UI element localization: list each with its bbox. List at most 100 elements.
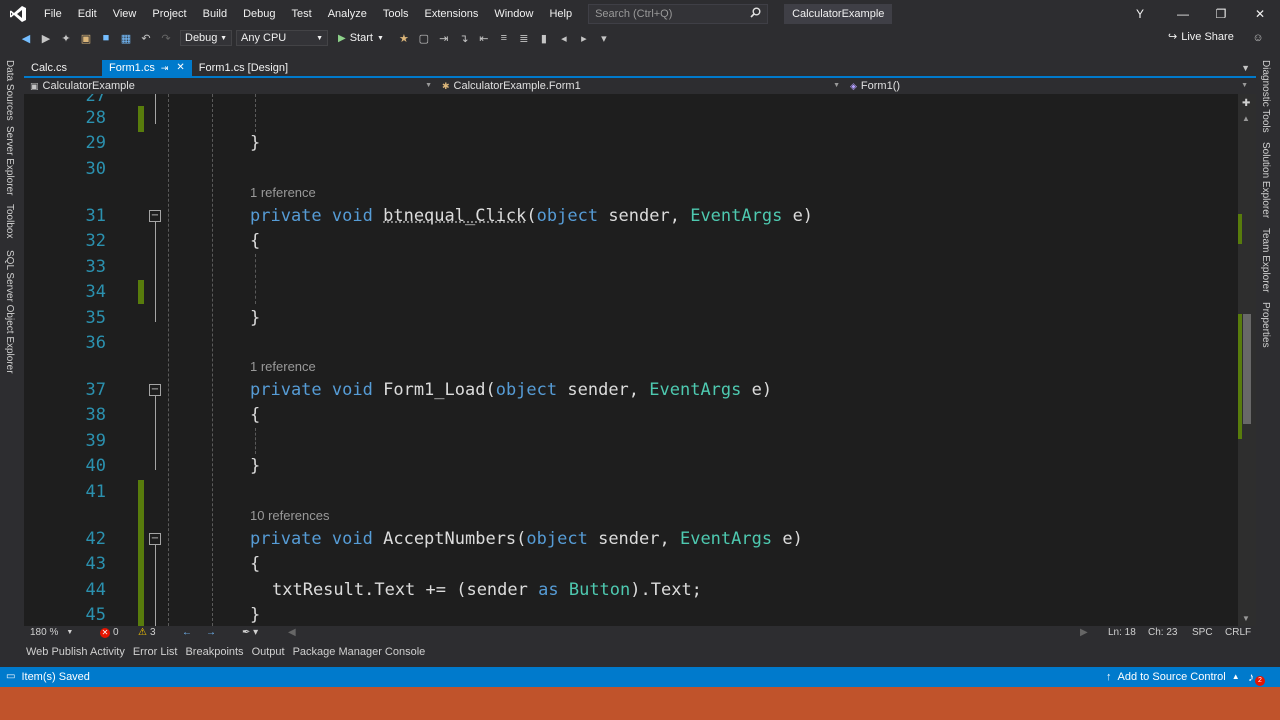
code-line[interactable]: private void Form1_Load(object sender, E… [250, 380, 772, 400]
codelens-references[interactable]: 1 reference [250, 359, 316, 374]
open-file-icon[interactable]: ▣ [78, 30, 94, 46]
code-editor[interactable]: − − − 27 28 29 } 30 1 reference 31 priva… [24, 94, 1238, 626]
step-over-icon[interactable]: ↴ [456, 30, 472, 46]
next-issue-icon[interactable]: → [206, 626, 216, 640]
undo-icon[interactable]: ↶ [138, 30, 154, 46]
left-tool-sql-server-object-explorer[interactable]: SQL Server Object Explorer [4, 250, 15, 374]
prev-bookmark-icon[interactable]: ◂ [556, 30, 572, 46]
menu-edit[interactable]: Edit [70, 0, 105, 28]
tab-form1-design[interactable]: Form1.cs [Design] [192, 60, 295, 76]
tab-error-list[interactable]: Error List [131, 644, 180, 660]
pin-icon[interactable]: ⇥ [161, 60, 169, 76]
code-line[interactable]: { [250, 554, 260, 574]
next-bookmark-icon[interactable]: ▸ [576, 30, 592, 46]
scroll-right-icon[interactable]: ▶ [1080, 626, 1088, 640]
step-into-icon[interactable]: ⇥ [436, 30, 452, 46]
left-tool-toolbox[interactable]: Toolbox [4, 204, 15, 238]
code-cleanup-icon[interactable]: ✒ ▾ [242, 626, 258, 640]
feedback-icon[interactable]: ☺ [1250, 30, 1266, 46]
code-line[interactable]: } [250, 308, 260, 328]
menu-tools[interactable]: Tools [375, 0, 417, 28]
notifications-bell-icon[interactable]: ♪ [1248, 670, 1254, 684]
save-icon[interactable]: ■ [98, 30, 114, 46]
browser-link-icon[interactable]: ★ [396, 30, 412, 46]
warnings-indicator[interactable]: ⚠ 3 [138, 626, 156, 640]
navigate-back-icon[interactable]: ◀ [18, 30, 34, 46]
menu-help[interactable]: Help [541, 0, 580, 28]
search-input[interactable]: Search (Ctrl+Q) [588, 4, 769, 24]
menu-window[interactable]: Window [486, 0, 541, 28]
menu-project[interactable]: Project [144, 0, 194, 28]
code-line[interactable]: } [250, 456, 260, 476]
solution-configuration-select[interactable]: Debug ▼ [180, 30, 232, 46]
code-line[interactable]: private void btnequal_Click(object sende… [250, 206, 813, 226]
screenshot-icon[interactable]: ▢ [416, 30, 432, 46]
start-debugging-button[interactable]: ▶ Start ▼ [338, 32, 384, 44]
toolbar-overflow-icon[interactable]: ▾ [596, 30, 612, 46]
menu-file[interactable]: File [36, 0, 70, 28]
restore-button[interactable]: ❐ [1202, 0, 1240, 28]
add-to-source-control-button[interactable]: ↑ Add to Source Control ▲ [1106, 667, 1240, 687]
solution-platform-select[interactable]: Any CPU ▼ [236, 30, 328, 46]
tab-form1-cs[interactable]: Form1.cs ⇥ ✕ [102, 60, 192, 76]
column-indicator[interactable]: Ch: 23 [1148, 626, 1177, 640]
collapse-region-button[interactable]: − [149, 210, 161, 222]
left-tool-server-explorer[interactable]: Server Explorer [4, 126, 15, 195]
uncomment-icon[interactable]: ≣ [516, 30, 532, 46]
new-project-icon[interactable]: ✦ [58, 30, 74, 46]
menu-debug[interactable]: Debug [235, 0, 283, 28]
right-tool-properties[interactable]: Properties [1260, 302, 1271, 348]
scroll-thumb[interactable] [1243, 314, 1251, 424]
collapse-region-button[interactable]: − [149, 533, 161, 545]
codelens-references[interactable]: 1 reference [250, 185, 316, 200]
right-tool-solution-explorer[interactable]: Solution Explorer [1260, 142, 1271, 218]
split-editor-icon[interactable]: ✚ [1242, 98, 1250, 109]
tab-web-publish-activity[interactable]: Web Publish Activity [24, 644, 127, 660]
previous-issue-icon[interactable]: ← [182, 626, 192, 640]
code-line[interactable]: { [250, 405, 260, 425]
codelens-references[interactable]: 10 references [250, 508, 330, 523]
line-ending-indicator[interactable]: CRLF [1225, 626, 1251, 640]
tab-output[interactable]: Output [250, 644, 287, 660]
scroll-up-icon[interactable]: ▲ [1242, 114, 1250, 123]
editor-vertical-scrollbar[interactable]: ✚ ▲ ▼ [1238, 94, 1256, 626]
tab-package-manager-console[interactable]: Package Manager Console [291, 644, 428, 660]
minimize-button[interactable]: — [1164, 0, 1202, 28]
left-tool-data-sources[interactable]: Data Sources [4, 60, 15, 121]
redo-icon[interactable]: ↷ [158, 30, 174, 46]
right-tool-team-explorer[interactable]: Team Explorer [1260, 228, 1271, 292]
live-share-button[interactable]: ↪ Live Share [1168, 30, 1234, 44]
indent-mode-indicator[interactable]: SPC [1192, 626, 1213, 640]
code-line[interactable]: txtResult.Text += (sender as Button).Tex… [272, 580, 702, 600]
tab-calc-cs[interactable]: Calc.cs [24, 60, 102, 76]
comment-icon[interactable]: ≡ [496, 30, 512, 46]
save-all-icon[interactable]: ▦ [118, 30, 134, 46]
errors-indicator[interactable]: ✕ 0 [100, 626, 119, 640]
menu-extensions[interactable]: Extensions [417, 0, 487, 28]
code-line[interactable]: } [250, 605, 260, 625]
code-line[interactable]: } [250, 133, 260, 153]
tab-breakpoints[interactable]: Breakpoints [183, 644, 245, 660]
project-dropdown[interactable]: ▣ CalculatorExample ▼ [26, 78, 436, 94]
close-icon[interactable]: ✕ [176, 60, 184, 76]
right-tool-diagnostic-tools[interactable]: Diagnostic Tools [1260, 60, 1271, 133]
scroll-left-icon[interactable]: ◀ [288, 626, 296, 640]
scroll-down-icon[interactable]: ▼ [1242, 614, 1250, 623]
bookmark-icon[interactable]: ▮ [536, 30, 552, 46]
zoom-dropdown[interactable]: 180 % ▼ [30, 626, 73, 640]
line-indicator[interactable]: Ln: 18 [1108, 626, 1136, 640]
member-dropdown[interactable]: ◈ Form1() ▼ [846, 78, 1252, 94]
step-out-icon[interactable]: ⇤ [476, 30, 492, 46]
menu-build[interactable]: Build [195, 0, 235, 28]
visual-studio-logo-icon[interactable] [0, 0, 36, 28]
close-window-button[interactable]: ✕ [1241, 0, 1279, 28]
menu-analyze[interactable]: Analyze [320, 0, 375, 28]
menu-view[interactable]: View [105, 0, 145, 28]
class-dropdown[interactable]: ✱ CalculatorExample.Form1 ▼ [438, 78, 844, 94]
menu-test[interactable]: Test [284, 0, 320, 28]
navigate-forward-icon[interactable]: ▶ [38, 30, 54, 46]
code-line[interactable]: { [250, 231, 260, 251]
tab-overflow-icon[interactable]: ▼ [1241, 60, 1250, 76]
collapse-region-button[interactable]: − [149, 384, 161, 396]
avatar[interactable]: Y [1130, 5, 1150, 23]
